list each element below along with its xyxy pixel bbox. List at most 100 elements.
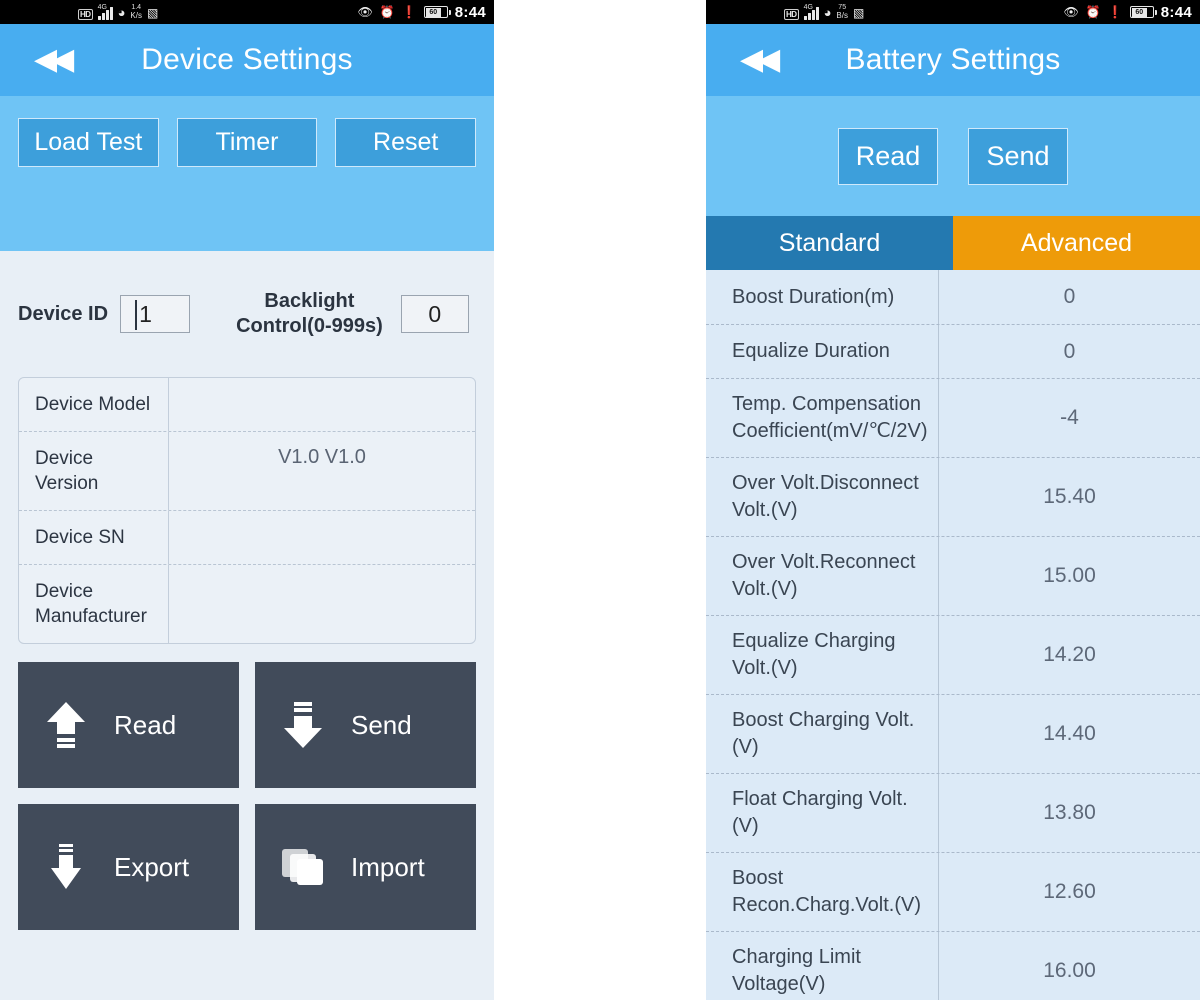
battery-level-label: 60 [425, 7, 441, 17]
status-bar-left-icons: HD 4G ◕ 75 B/s ▧ [784, 4, 864, 20]
hd-icon: HD [78, 9, 93, 20]
list-item[interactable]: Over Volt.Reconnect Volt.(V) 15.00 [706, 536, 1200, 615]
bluetooth-icon: ❗ [1107, 4, 1123, 19]
device-manufacturer-label-line1: Device [35, 581, 94, 602]
load-test-button[interactable]: Load Test [18, 118, 159, 167]
reset-button[interactable]: Reset [335, 118, 477, 167]
battery-action-band: Read Send [706, 96, 1200, 216]
device-id-label: Device ID [18, 302, 109, 325]
device-sn-label: Device SN [19, 511, 169, 564]
send-button[interactable]: Send [255, 662, 476, 788]
read-button-label: Read [114, 709, 177, 740]
device-sn-value [169, 511, 475, 564]
device-info-table: Device Model Device Version V1.0 V1.0 De… [18, 377, 476, 644]
network-type-label: 4G [97, 4, 107, 11]
list-item[interactable]: Boost Recon.Charg.Volt.(V) 12.60 [706, 852, 1200, 931]
device-settings-screenshot: HD 4G ◕ 1.4 K/s ▧ 👁 ⏰ ❗ 60 8:44 ◀◀ Devic… [0, 0, 494, 1000]
back-arrow-icon[interactable]: ◀◀ [740, 45, 780, 75]
status-bar-right: HD 4G ◕ 75 B/s ▧ 👁 ⏰ ❗ 60 8:44 [706, 0, 1200, 24]
list-item[interactable]: Equalize Charging Volt.(V) 14.20 [706, 615, 1200, 694]
device-id-input[interactable]: 1 [120, 295, 191, 333]
import-button[interactable]: Import [255, 804, 476, 930]
setting-label: Over Volt.Reconnect Volt.(V) [732, 551, 916, 600]
clock-label: 8:44 [1160, 3, 1192, 21]
setting-value: 0 [1063, 339, 1076, 363]
data-rate-unit: B/s [836, 11, 848, 20]
list-item[interactable]: Temp. Compensation Coefficient(mV/℃/2V) … [706, 378, 1200, 457]
status-bar-right-icons: 👁 ⏰ ❗ 60 8:44 [1064, 4, 1192, 21]
eye-icon: 👁 [1063, 4, 1079, 19]
setting-label: Boost Charging Volt.(V) [732, 709, 915, 758]
device-manufacturer-label-line2: Manufacturer [35, 606, 147, 627]
status-bar-left: HD 4G ◕ 1.4 K/s ▧ 👁 ⏰ ❗ 60 8:44 [0, 0, 494, 24]
setting-label: Float Charging Volt.(V) [732, 788, 908, 837]
battery-settings-screenshot: HD 4G ◕ 75 B/s ▧ 👁 ⏰ ❗ 60 8:44 ◀◀ Batter… [706, 0, 1200, 1000]
device-action-band: Load Test Timer Reset [0, 96, 494, 251]
list-item[interactable]: Float Charging Volt.(V) 13.80 [706, 773, 1200, 852]
download-arrow-icon [255, 700, 351, 750]
backlight-control-label-line2: Control(0-999s) [236, 315, 383, 337]
network-type-label: 4G [803, 4, 813, 11]
table-row: Device Version V1.0 V1.0 [19, 431, 475, 510]
upload-arrow-icon [18, 700, 114, 750]
setting-value: 14.40 [1043, 722, 1096, 745]
list-item[interactable]: Equalize Duration 0 [706, 324, 1200, 378]
device-model-label: Device Model [19, 378, 169, 431]
setting-label: Equalize Duration [732, 340, 890, 362]
backlight-control-label-line1: Backlight [264, 290, 355, 312]
send-button-label: Send [351, 709, 412, 740]
page-title: Device Settings [141, 43, 353, 76]
export-button[interactable]: Export [18, 804, 239, 930]
list-item[interactable]: Boost Duration(m) 0 [706, 270, 1200, 324]
battery-settings-list[interactable]: Boost Duration(m) 0 Equalize Duration 0 … [706, 270, 1200, 1000]
hd-icon: HD [784, 9, 799, 20]
device-settings-body: Device ID 1 Backlight Control(0-999s) 0 … [0, 251, 494, 1000]
back-arrow-icon[interactable]: ◀◀ [34, 45, 74, 75]
table-row: Device Manufacturer [19, 564, 475, 643]
setting-value: 15.00 [1043, 564, 1096, 587]
send-button[interactable]: Send [968, 127, 1068, 185]
device-version-label: Device Version [19, 432, 169, 510]
setting-label: Over Volt.Disconnect Volt.(V) [732, 472, 919, 521]
list-item[interactable]: Boost Charging Volt.(V) 14.40 [706, 694, 1200, 773]
backlight-control-input[interactable]: 0 [400, 295, 469, 333]
setting-value: 15.40 [1043, 485, 1096, 508]
list-item[interactable]: Charging Limit Voltage(V) 16.00 [706, 931, 1200, 1000]
setting-label: Equalize Charging Volt.(V) [732, 630, 896, 679]
device-manufacturer-label: Device Manufacturer [19, 565, 169, 643]
device-id-row: Device ID 1 Backlight Control(0-999s) 0 [0, 251, 494, 339]
setting-value: -4 [1060, 406, 1079, 429]
setting-label: Boost Duration(m) [732, 285, 895, 308]
video-recorder-icon: ▧ [146, 6, 159, 20]
dual-screenshot-stage: HD 4G ◕ 1.4 K/s ▧ 👁 ⏰ ❗ 60 8:44 ◀◀ Devic… [0, 0, 1200, 1000]
list-item[interactable]: Over Volt.Disconnect Volt.(V) 15.40 [706, 457, 1200, 536]
device-settings-title-bar: ◀◀ Device Settings [0, 24, 494, 96]
bluetooth-icon: ❗ [401, 4, 417, 19]
read-button[interactable]: Read [838, 127, 938, 185]
tab-advanced[interactable]: Advanced [953, 216, 1200, 270]
battery-settings-title-bar: ◀◀ Battery Settings [706, 24, 1200, 96]
read-button[interactable]: Read [18, 662, 239, 788]
page-title: Battery Settings [845, 43, 1061, 76]
battery-icon: 60 [423, 6, 451, 18]
device-action-buttons: Load Test Timer Reset [18, 118, 477, 167]
text-caret [135, 300, 138, 330]
setting-label: Temp. Compensation Coefficient(mV/℃/2V) [732, 393, 928, 442]
battery-settings-tabs: Standard Advanced [706, 216, 1200, 270]
timer-button[interactable]: Timer [176, 118, 318, 167]
setting-value: 13.80 [1043, 801, 1096, 824]
device-id-value: 1 [139, 300, 152, 327]
setting-value: 12.60 [1043, 880, 1096, 903]
copy-pages-icon [255, 845, 351, 889]
wifi-icon: ◕ [823, 5, 832, 20]
export-button-label: Export [114, 851, 190, 882]
clock-label: 8:44 [454, 3, 486, 21]
table-row: Device Model [19, 378, 475, 431]
status-bar-right-icons: 👁 ⏰ ❗ 60 8:44 [358, 4, 486, 21]
tab-standard[interactable]: Standard [706, 216, 953, 270]
device-manufacturer-value [169, 565, 475, 643]
data-rate-unit: K/s [130, 11, 142, 20]
data-rate-indicator: 75 B/s [836, 4, 848, 20]
device-command-buttons: Read Send Export Import [0, 644, 494, 930]
backlight-control-label: Backlight Control(0-999s) [236, 289, 383, 339]
